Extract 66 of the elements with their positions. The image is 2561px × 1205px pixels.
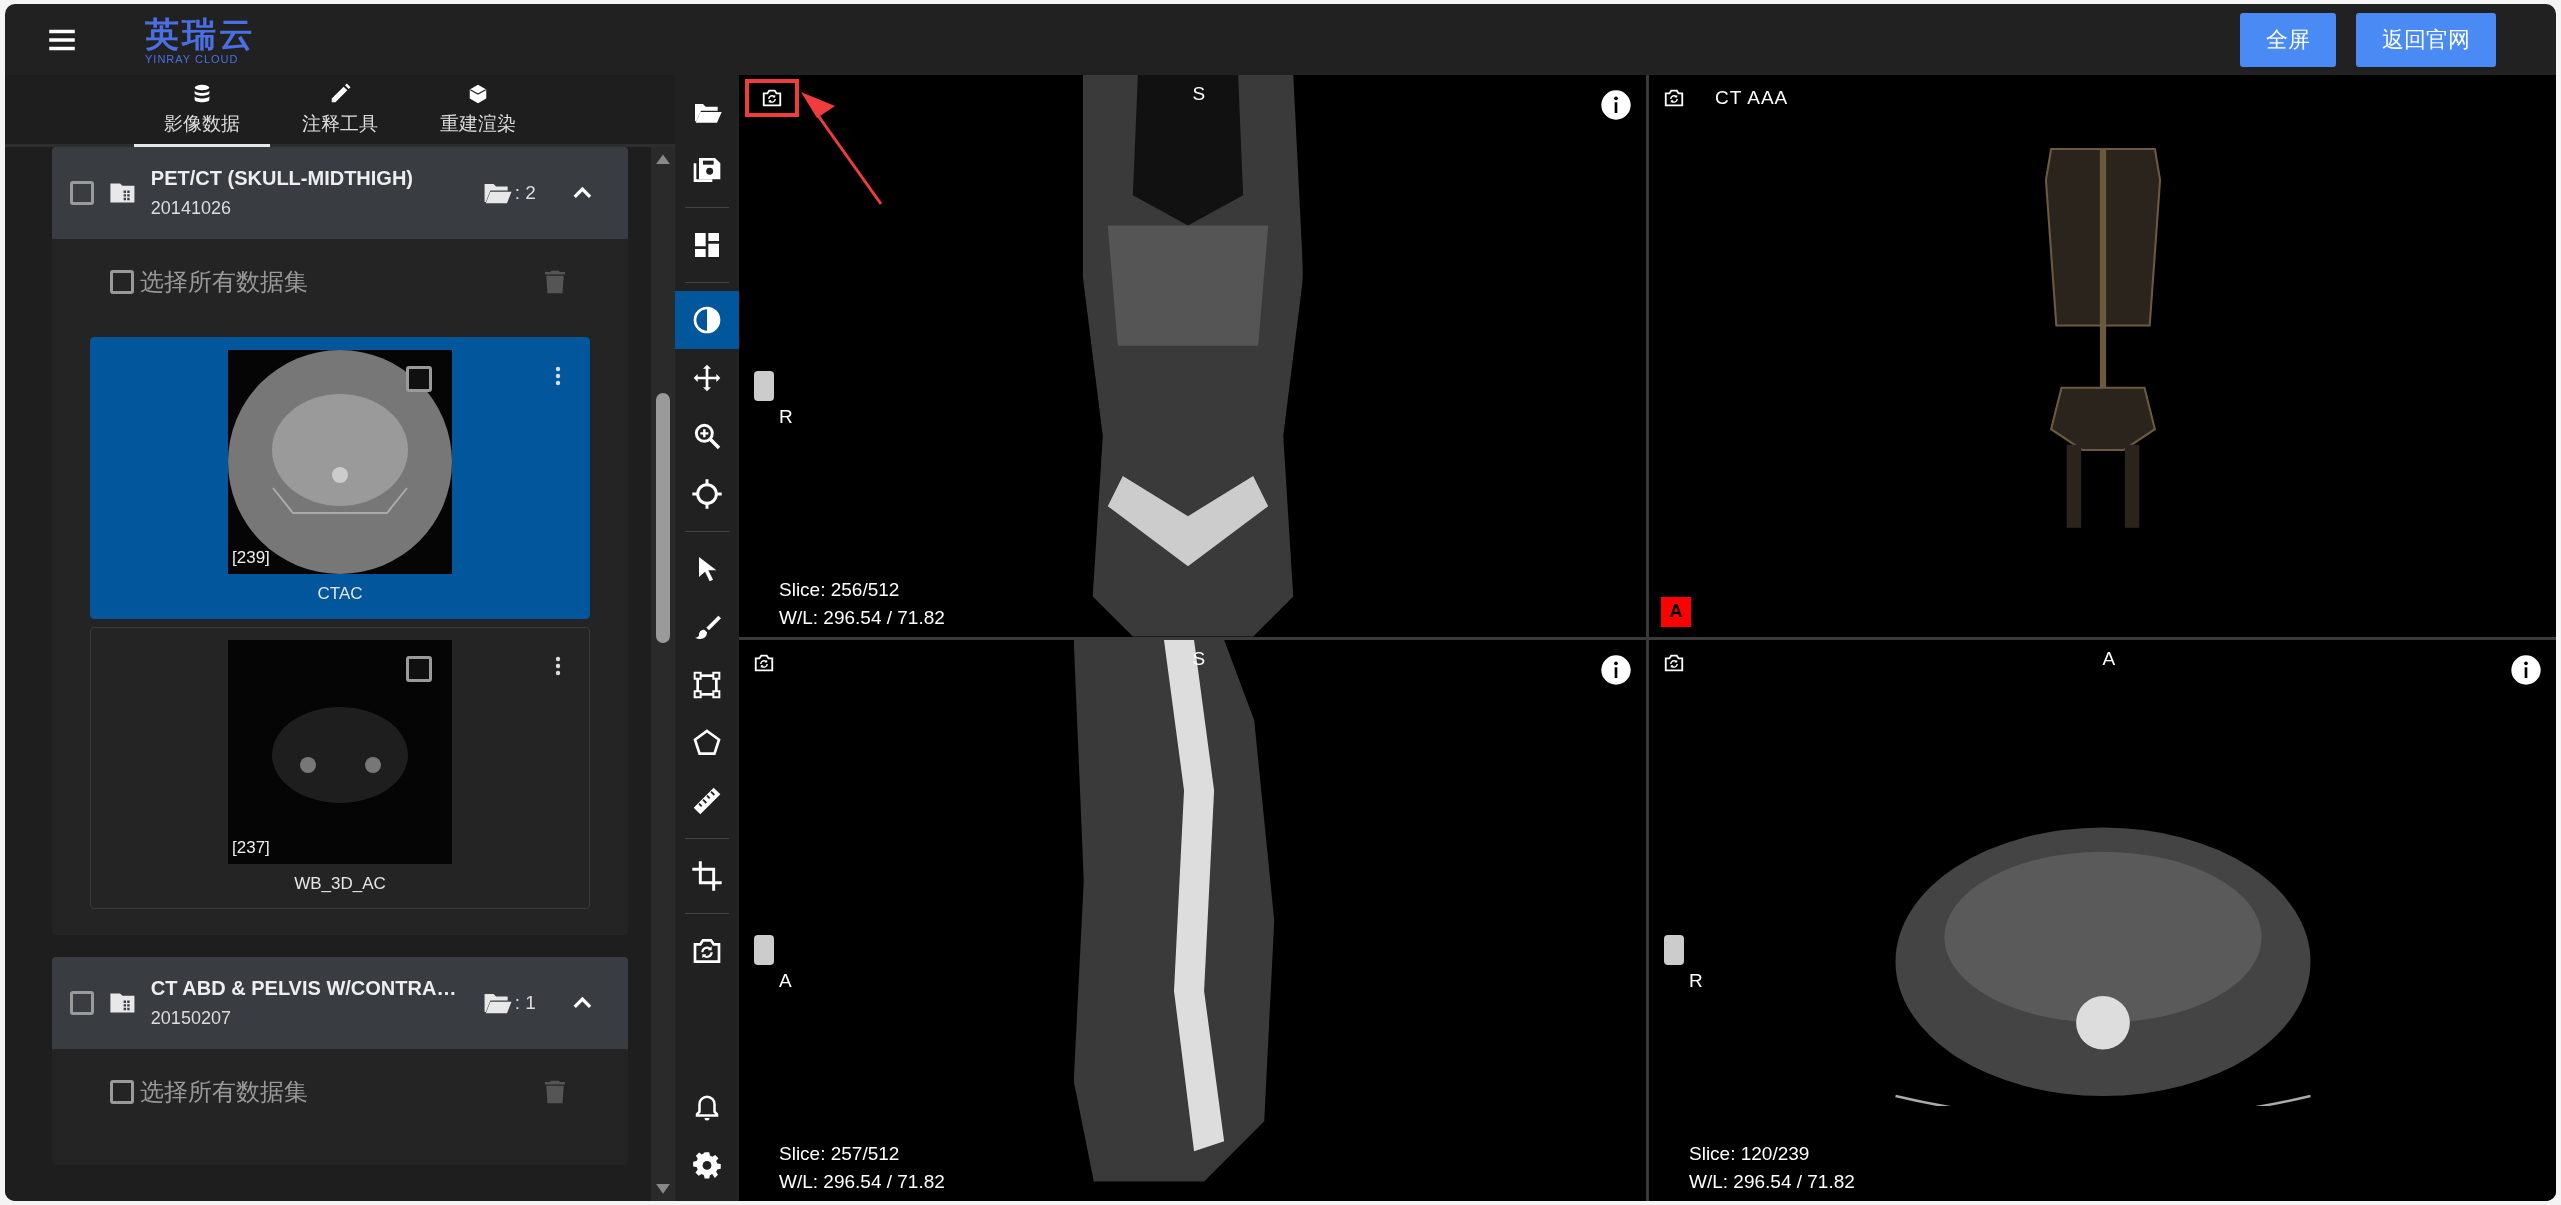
screenshot-icon[interactable] <box>761 87 783 109</box>
orientation-label: S <box>1192 83 1206 105</box>
frame-count: [237] <box>232 838 270 858</box>
window-level: W/L: 296.54 / 71.82 <box>779 1171 945 1193</box>
ruler-icon <box>691 785 723 817</box>
study-header[interactable]: PET/CT (SKULL-MIDTHIGH) 20141026 : 2 <box>52 147 628 239</box>
scroll-down-icon[interactable] <box>656 1184 670 1195</box>
slice-number: Slice: 120/239 <box>1689 1143 1811 1165</box>
slider-thumb[interactable] <box>1664 935 1684 966</box>
info-icon[interactable] <box>1600 89 1632 121</box>
orientation-label: A <box>779 970 792 993</box>
study-title: PET/CT (SKULL-MIDTHIGH) <box>150 167 415 190</box>
tool-button[interactable] <box>675 291 739 349</box>
series-card[interactable]: [239] CTAC <box>90 337 590 619</box>
study-date: 20141026 <box>150 198 232 219</box>
more-options-icon[interactable] <box>555 656 561 676</box>
series-count: : 1 <box>514 992 537 1014</box>
study-date: 20150207 <box>150 1008 232 1029</box>
viewport[interactable]: S R Slice: 256/512 W/L: 296.54 / 71.82 <box>739 75 1646 637</box>
scroll-up-icon[interactable] <box>656 153 670 164</box>
info-icon[interactable] <box>2510 653 2542 686</box>
series-card[interactable]: [237] WB_3D_AC <box>90 627 590 909</box>
scrollbar[interactable] <box>651 147 675 1201</box>
checkbox[interactable] <box>70 991 94 1015</box>
checkbox[interactable] <box>406 656 432 682</box>
checkbox[interactable] <box>110 270 134 294</box>
cube-icon <box>467 82 489 105</box>
sidebar-tab[interactable]: 重建渲染 <box>410 75 546 147</box>
info-icon[interactable] <box>1600 653 1632 686</box>
move-icon <box>691 362 723 394</box>
viewport[interactable]: CT AAA A <box>1649 75 2556 637</box>
window-level: W/L: 296.54 / 71.82 <box>1689 1171 1855 1193</box>
series-name: WB_3D_AC <box>294 874 386 894</box>
window-level: W/L: 296.54 / 71.82 <box>779 606 945 629</box>
scrollbar-thumb[interactable] <box>656 393 670 643</box>
viewport[interactable]: A R Slice: 120/239 W/L: 296.54 / 71.82 <box>1649 639 2556 1201</box>
checkbox[interactable] <box>406 366 432 392</box>
viewport-title: CT AAA <box>1715 87 1789 109</box>
slider-thumb[interactable] <box>754 370 774 401</box>
study-title: CT ABD & PELVIS W/CONTRA… <box>150 977 458 1000</box>
checkbox[interactable] <box>110 1080 134 1104</box>
contrast-icon <box>691 304 723 336</box>
pencil-icon <box>329 82 351 105</box>
series-name: CTAC <box>317 584 363 604</box>
orientation-label: R <box>1689 970 1703 993</box>
study-header[interactable]: CT ABD & PELVIS W/CONTRA… 20150207 : 1 <box>52 957 628 1049</box>
more-options-icon[interactable] <box>555 366 561 386</box>
frame-count: [239] <box>232 548 270 568</box>
logo-subtitle: YINRAY CLOUD <box>145 52 239 65</box>
slice-number: Slice: 257/512 <box>779 1143 901 1165</box>
select-all-label[interactable]: 选择所有数据集 <box>140 1076 308 1108</box>
logo-name: 英瑞云 <box>145 14 256 53</box>
series-count: : 2 <box>514 182 537 204</box>
sidebar-tab[interactable]: 注释工具 <box>272 75 408 147</box>
checkbox[interactable] <box>70 181 94 205</box>
select-all-label[interactable]: 选择所有数据集 <box>140 266 308 298</box>
screenshot-icon[interactable] <box>1663 87 1685 109</box>
orientation-label: R <box>779 405 793 428</box>
orientation-label: A <box>2102 647 2116 670</box>
bounding-box-icon <box>691 669 723 701</box>
crop-icon <box>691 860 723 892</box>
slice-number: Slice: 256/512 <box>779 578 901 601</box>
crosshair-icon <box>691 478 723 510</box>
orientation-badge: A <box>1661 596 1691 627</box>
slider-thumb[interactable] <box>754 935 774 966</box>
settings-icon <box>692 1151 722 1181</box>
